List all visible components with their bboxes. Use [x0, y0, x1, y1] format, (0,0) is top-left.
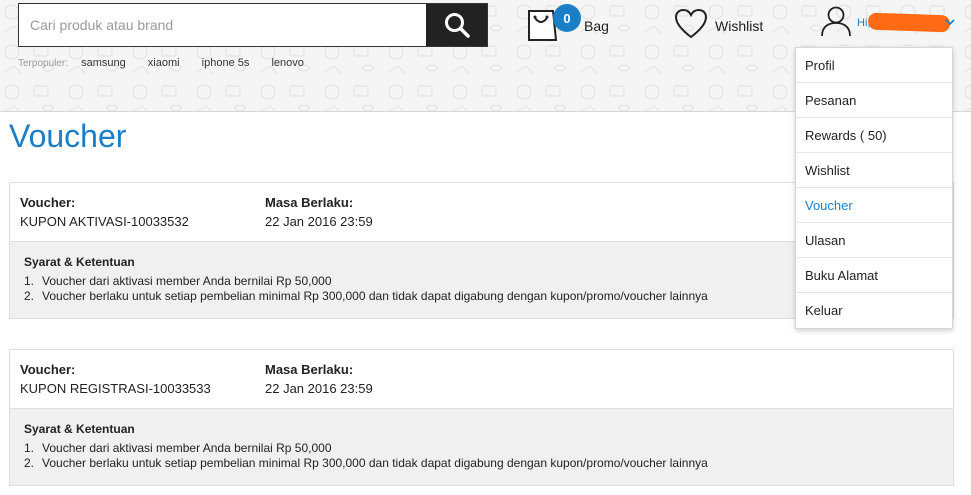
terms-item: 2. Voucher berlaku untuk setiap pembelian… — [24, 456, 708, 470]
terms-item-text: Voucher berlaku untuk setiap pembelian m… — [42, 289, 708, 303]
terms-item-text: Voucher dari aktivasi member Anda bernil… — [42, 441, 332, 455]
voucher-summary: Voucher: KUPON REGISTRASI-10033533 Masa … — [10, 350, 953, 408]
validity-label: Masa Berlaku: — [265, 362, 354, 377]
terms-section: Syarat & Ketentuan 1. Voucher dari aktiva… — [10, 408, 953, 485]
menu-item-pesanan[interactable]: Pesanan — [796, 83, 952, 118]
validity-date: 22 Jan 2016 23:59 — [265, 214, 373, 229]
popular-label: Terpopuler: — [18, 58, 69, 69]
wishlist-label: Wishlist — [715, 18, 764, 34]
menu-item-keluar[interactable]: Keluar — [796, 293, 952, 328]
terms-item: 1. Voucher dari aktivasi member Anda bern… — [24, 441, 332, 455]
terms-item-text: Voucher berlaku untuk setiap pembelian m… — [42, 456, 708, 470]
wishlist-button[interactable]: Wishlist — [674, 8, 774, 44]
validity-label: Masa Berlaku: — [265, 195, 354, 210]
page-root: Terpopuler: samsung xiaomi iphone 5s len… — [0, 0, 971, 495]
voucher-label: Voucher: — [20, 195, 76, 210]
menu-item-voucher[interactable]: Voucher — [796, 188, 952, 223]
menu-item-ulasan[interactable]: Ulasan — [796, 223, 952, 258]
bag-button[interactable]: 0 Bag — [526, 4, 616, 48]
search-input[interactable] — [19, 4, 427, 46]
popular-term[interactable]: xiaomi — [148, 57, 180, 69]
terms-list: 1. Voucher dari aktivasi member Anda bern… — [24, 441, 939, 471]
chevron-down-icon — [945, 19, 955, 26]
page-title: Voucher — [9, 118, 127, 154]
popular-term[interactable]: lenovo — [271, 57, 303, 69]
voucher-card: Voucher: KUPON REGISTRASI-10033533 Masa … — [9, 349, 954, 486]
voucher-code: KUPON REGISTRASI-10033533 — [20, 381, 211, 396]
popular-searches: Terpopuler: samsung xiaomi iphone 5s len… — [18, 57, 323, 69]
voucher-label: Voucher: — [20, 362, 76, 377]
menu-item-wishlist[interactable]: Wishlist — [796, 153, 952, 188]
redacted-username — [867, 12, 951, 33]
bag-label: Bag — [584, 18, 609, 34]
terms-item-text: Voucher dari aktivasi member Anda bernil… — [42, 274, 332, 288]
menu-item-buku-alamat[interactable]: Buku Alamat — [796, 258, 952, 293]
account-menu-trigger[interactable]: Hi, — [820, 4, 965, 44]
popular-term[interactable]: samsung — [81, 57, 126, 69]
search-button[interactable] — [426, 4, 487, 46]
terms-title: Syarat & Ketentuan — [24, 422, 135, 436]
user-icon — [821, 6, 851, 37]
bag-count-badge: 0 — [553, 4, 581, 32]
heart-icon — [674, 8, 708, 39]
search-box — [18, 3, 488, 47]
menu-item-profil[interactable]: Profil — [796, 48, 952, 83]
voucher-code: KUPON AKTIVASI-10033532 — [20, 214, 189, 229]
account-dropdown: Profil Pesanan Rewards ( 50) Wishlist Vo… — [795, 47, 953, 329]
menu-item-rewards[interactable]: Rewards ( 50) — [796, 118, 952, 153]
popular-term[interactable]: iphone 5s — [202, 57, 250, 69]
search-icon — [444, 13, 470, 38]
validity-date: 22 Jan 2016 23:59 — [265, 381, 373, 396]
